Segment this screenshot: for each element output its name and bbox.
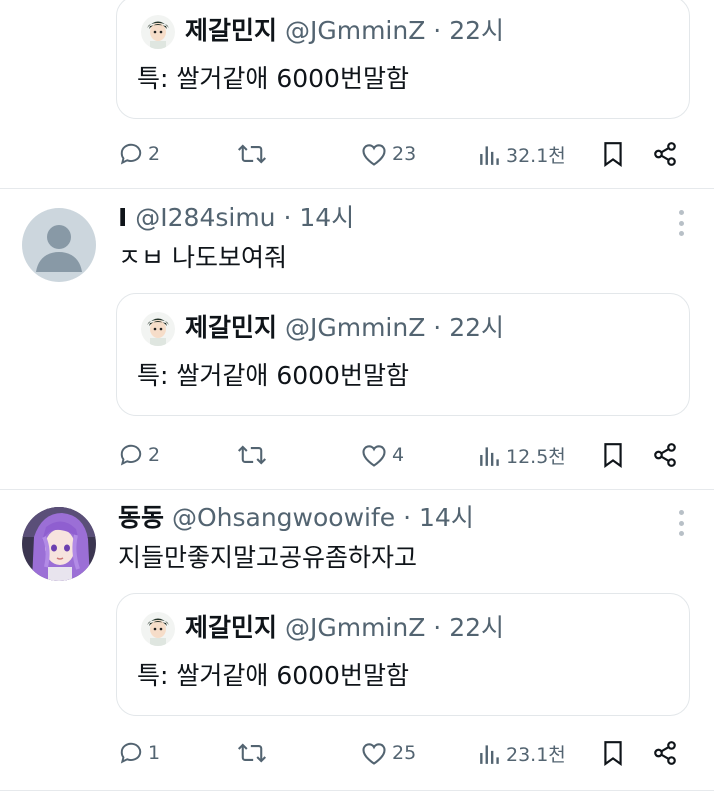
quoted-time[interactable]: 22시 xyxy=(449,313,504,342)
avatar[interactable] xyxy=(22,208,96,282)
separator: · xyxy=(433,613,442,642)
tweet-actions: 2 4 12.5천 xyxy=(0,438,714,472)
share-icon xyxy=(654,443,676,467)
tweet-3[interactable]: 동동 @Ohsangwoowife · 14시 지들만좋지말고공유좀하자고 제갈… xyxy=(0,490,714,790)
bookmark-button[interactable] xyxy=(602,137,624,171)
reply-icon xyxy=(120,444,142,466)
views-count: 32.1천 xyxy=(506,144,566,167)
quoted-text: 특: 쌀거같애 6000번말함 xyxy=(137,661,409,690)
like-button[interactable]: 4 xyxy=(360,438,404,472)
separator: · xyxy=(433,313,442,342)
retweet-icon xyxy=(237,445,267,465)
tweet-header: 동동 @Ohsangwoowife · 14시 xyxy=(118,503,474,533)
quoted-name[interactable]: 제갈민지 xyxy=(185,613,277,642)
quoted-text: 특: 쌀거같애 6000번말함 xyxy=(137,361,409,390)
separator: · xyxy=(283,203,292,232)
quoted-time[interactable]: 22시 xyxy=(449,16,504,45)
author-handle[interactable]: @I284simu xyxy=(135,203,275,232)
retweet-icon xyxy=(237,144,267,164)
author-name[interactable]: I xyxy=(118,203,127,232)
views-button[interactable]: 23.1천 xyxy=(478,736,566,770)
like-count: 4 xyxy=(392,444,405,466)
quoted-handle[interactable]: @JGmminZ xyxy=(285,313,425,342)
quoted-avatar xyxy=(141,15,175,49)
quoted-time[interactable]: 22시 xyxy=(449,613,504,642)
reply-icon xyxy=(120,742,142,764)
reply-icon xyxy=(120,143,142,165)
views-count: 12.5천 xyxy=(506,445,566,468)
tweet-text: 지들만좋지말고공유좀하자고 xyxy=(118,543,418,572)
tweet-time[interactable]: 14시 xyxy=(419,503,474,532)
like-icon xyxy=(362,144,386,166)
reply-button[interactable]: 1 xyxy=(118,736,160,770)
bookmark-icon xyxy=(604,443,622,468)
separator: · xyxy=(433,16,442,45)
like-count: 25 xyxy=(392,742,417,764)
tweet-1[interactable]: 제갈민지 @JGmminZ · 22시 특: 쌀거같애 6000번말함 2 23… xyxy=(0,0,714,188)
quoted-avatar xyxy=(141,312,175,346)
share-icon xyxy=(654,142,676,166)
like-button[interactable]: 25 xyxy=(360,736,416,770)
views-icon xyxy=(480,447,499,466)
retweet-button[interactable] xyxy=(237,438,271,472)
views-icon xyxy=(480,146,499,165)
tweet-time[interactable]: 14시 xyxy=(299,203,354,232)
quoted-name[interactable]: 제갈민지 xyxy=(185,313,277,342)
bookmark-button[interactable] xyxy=(602,438,624,472)
quoted-name[interactable]: 제갈민지 xyxy=(185,16,277,45)
tweet-divider xyxy=(0,790,714,791)
quoted-tweet[interactable]: 제갈민지 @JGmminZ · 22시 특: 쌀거같애 6000번말함 xyxy=(116,293,690,416)
quoted-header: 제갈민지 @JGmminZ · 22시 xyxy=(185,312,504,344)
avatar[interactable] xyxy=(22,507,96,581)
tweet-2[interactable]: I @I284simu · 14시 ㅈㅂ 나도보여줘 제갈민지 @JGmminZ… xyxy=(0,189,714,489)
like-count: 23 xyxy=(392,143,417,165)
author-handle[interactable]: @Ohsangwoowife xyxy=(172,503,395,532)
bookmark-icon xyxy=(604,741,622,766)
quoted-handle[interactable]: @JGmminZ xyxy=(285,613,425,642)
reply-count: 1 xyxy=(148,742,161,764)
like-icon xyxy=(362,743,386,765)
quoted-avatar xyxy=(141,612,175,646)
views-icon xyxy=(480,745,499,764)
tweet-header: I @I284simu · 14시 xyxy=(118,203,354,233)
more-icon[interactable] xyxy=(678,510,684,536)
share-button[interactable] xyxy=(652,137,678,171)
tweet-text: ㅈㅂ 나도보여줘 xyxy=(118,243,287,272)
bookmark-button[interactable] xyxy=(602,736,624,770)
views-button[interactable]: 32.1천 xyxy=(478,137,566,171)
share-icon xyxy=(654,741,676,765)
share-button[interactable] xyxy=(652,438,678,472)
retweet-button[interactable] xyxy=(237,137,271,171)
like-button[interactable]: 23 xyxy=(360,137,416,171)
quoted-header: 제갈민지 @JGmminZ · 22시 xyxy=(185,15,504,47)
more-icon[interactable] xyxy=(678,210,684,236)
author-name[interactable]: 동동 xyxy=(118,503,164,532)
like-icon xyxy=(362,445,386,467)
quoted-tweet[interactable]: 제갈민지 @JGmminZ · 22시 특: 쌀거같애 6000번말함 xyxy=(116,593,690,716)
retweet-icon xyxy=(237,743,267,763)
share-button[interactable] xyxy=(652,736,678,770)
reply-count: 2 xyxy=(148,444,161,466)
separator: · xyxy=(403,503,412,532)
reply-button[interactable]: 2 xyxy=(118,137,160,171)
reply-count: 2 xyxy=(148,143,161,165)
quoted-text: 특: 쌀거같애 6000번말함 xyxy=(137,64,409,93)
quoted-header: 제갈민지 @JGmminZ · 22시 xyxy=(185,612,504,644)
retweet-button[interactable] xyxy=(237,736,271,770)
bookmark-icon xyxy=(604,142,622,167)
reply-button[interactable]: 2 xyxy=(118,438,160,472)
tweet-actions: 1 25 23.1천 xyxy=(0,736,714,770)
views-count: 23.1천 xyxy=(506,743,566,766)
views-button[interactable]: 12.5천 xyxy=(478,438,566,472)
quoted-tweet[interactable]: 제갈민지 @JGmminZ · 22시 특: 쌀거같애 6000번말함 xyxy=(116,0,690,119)
quoted-handle[interactable]: @JGmminZ xyxy=(285,16,425,45)
tweet-actions: 2 23 32.1천 xyxy=(0,137,714,171)
